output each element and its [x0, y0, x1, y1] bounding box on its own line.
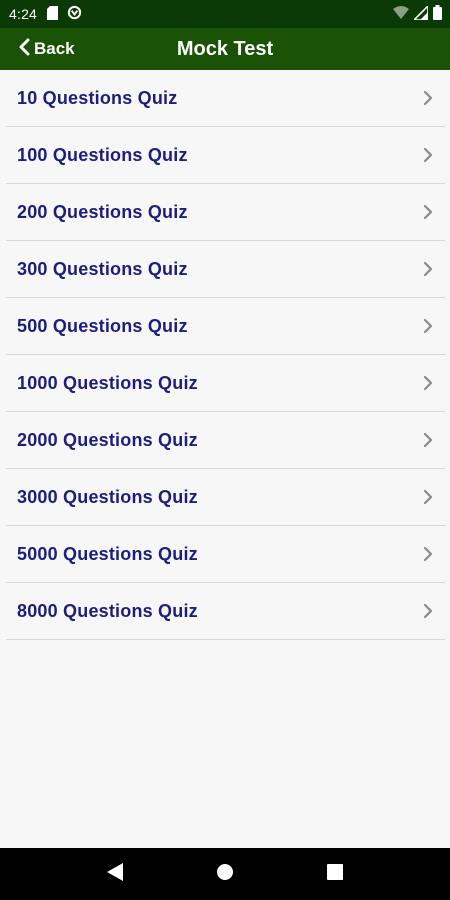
list-item-label: 3000 Questions Quiz	[17, 486, 198, 507]
recents-square-icon	[327, 863, 343, 885]
list-item-label: 100 Questions Quiz	[17, 144, 188, 165]
list-item-label: 5000 Questions Quiz	[17, 543, 198, 564]
list-item-200-questions[interactable]: 200 Questions Quiz	[6, 184, 445, 241]
list-item-500-questions[interactable]: 500 Questions Quiz	[6, 298, 445, 355]
list-item-2000-questions[interactable]: 2000 Questions Quiz	[6, 412, 445, 469]
list-item-label: 500 Questions Quiz	[17, 315, 188, 336]
chevron-right-icon	[423, 318, 433, 334]
back-triangle-icon	[107, 862, 123, 886]
home-circle-icon	[216, 863, 234, 886]
nav-back-button[interactable]	[95, 854, 135, 894]
list-item-100-questions[interactable]: 100 Questions Quiz	[6, 127, 445, 184]
system-nav-bar	[0, 848, 450, 900]
back-button[interactable]: Back	[18, 28, 75, 70]
status-time: 4:24	[9, 6, 38, 22]
list-item-label: 2000 Questions Quiz	[17, 429, 198, 450]
list-item-8000-questions[interactable]: 8000 Questions Quiz	[6, 583, 445, 640]
wifi-icon	[393, 5, 409, 23]
battery-icon	[433, 5, 442, 23]
chevron-right-icon	[423, 489, 433, 505]
chevron-right-icon	[423, 432, 433, 448]
chevron-right-icon	[423, 204, 433, 220]
sd-card-icon	[47, 5, 59, 23]
list-item-300-questions[interactable]: 300 Questions Quiz	[6, 241, 445, 298]
status-left-icons	[47, 5, 82, 23]
list-item-5000-questions[interactable]: 5000 Questions Quiz	[6, 526, 445, 583]
chevron-right-icon	[423, 147, 433, 163]
chevron-left-icon	[18, 38, 30, 61]
back-label: Back	[34, 39, 75, 58]
list-item-label: 1000 Questions Quiz	[17, 372, 198, 393]
cell-signal-icon	[412, 3, 429, 23]
chevron-right-icon	[423, 90, 433, 106]
list-item-3000-questions[interactable]: 3000 Questions Quiz	[6, 469, 445, 526]
data-saver-icon	[67, 5, 82, 23]
list-item-label: 8000 Questions Quiz	[17, 600, 198, 621]
list-item-1000-questions[interactable]: 1000 Questions Quiz	[6, 355, 445, 412]
chevron-right-icon	[423, 375, 433, 391]
status-right-icons	[393, 0, 442, 28]
quiz-list: 10 Questions Quiz 100 Questions Quiz 200…	[6, 70, 445, 640]
app-bar: Back Mock Test	[0, 28, 450, 70]
list-item-label: 10 Questions Quiz	[17, 87, 178, 108]
chevron-right-icon	[423, 546, 433, 562]
list-item-label: 200 Questions Quiz	[17, 201, 188, 222]
status-bar: 4:24	[0, 0, 450, 28]
list-item-label: 300 Questions Quiz	[17, 258, 188, 279]
nav-home-button[interactable]	[205, 854, 245, 894]
chevron-right-icon	[423, 261, 433, 277]
list-item-10-questions[interactable]: 10 Questions Quiz	[6, 70, 445, 127]
chevron-right-icon	[423, 603, 433, 619]
nav-recents-button[interactable]	[315, 854, 355, 894]
